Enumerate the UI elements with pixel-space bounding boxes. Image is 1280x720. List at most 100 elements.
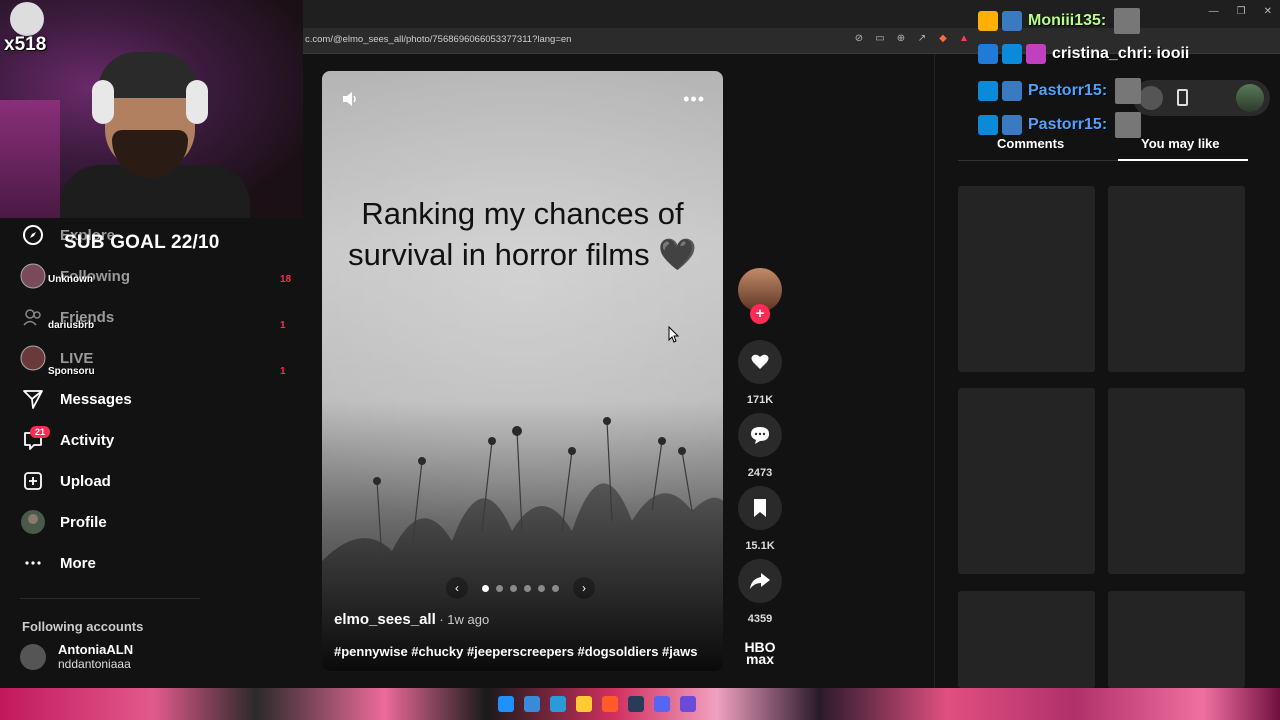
sub-badge-icon bbox=[1002, 115, 1022, 135]
avatar bbox=[20, 643, 46, 670]
overlay-count: 18 bbox=[280, 274, 292, 285]
send-icon bbox=[20, 386, 46, 412]
chat-emote bbox=[1115, 78, 1142, 104]
carousel-dot[interactable] bbox=[496, 584, 503, 592]
comment-button[interactable]: 2473 bbox=[738, 413, 782, 479]
sub-badge-icon bbox=[1002, 81, 1022, 101]
gg-badge-icon bbox=[978, 81, 998, 101]
overlay-name: Sponsoru bbox=[48, 366, 95, 377]
share-icon[interactable]: ↗ bbox=[916, 33, 928, 45]
taskbar-app-icon[interactable] bbox=[550, 696, 566, 712]
active-tab-indicator bbox=[1118, 159, 1248, 161]
sidebar-item-label: Upload bbox=[60, 472, 111, 490]
comment-icon bbox=[751, 427, 769, 444]
activity-badge: 21 bbox=[30, 426, 51, 438]
close-icon[interactable]: ✕ bbox=[1264, 6, 1272, 17]
sidebar-item-upload[interactable]: Upload bbox=[20, 468, 111, 494]
taskbar bbox=[0, 688, 1280, 720]
post-image-caption: Ranking my chances of survival in horror… bbox=[348, 196, 697, 272]
mouse-cursor-icon bbox=[668, 325, 680, 347]
volume-icon[interactable] bbox=[340, 89, 360, 114]
post-hashtags[interactable]: #pennywise #chucky #jeeperscreepers #dog… bbox=[334, 644, 697, 659]
sidebar-item-more[interactable]: More bbox=[20, 550, 96, 576]
save-button[interactable]: 15.1K bbox=[738, 486, 782, 552]
rewards-icon[interactable]: ▲ bbox=[958, 33, 970, 45]
brave-shield-icon[interactable]: ◆ bbox=[937, 33, 949, 45]
share-arrow-icon bbox=[750, 573, 770, 589]
carousel-prev-button[interactable]: ‹ bbox=[446, 577, 468, 599]
chat-emote bbox=[1114, 8, 1141, 34]
hbo-max-logo[interactable]: HBO max bbox=[740, 640, 780, 666]
tab-you-may-like[interactable]: You may like bbox=[1141, 136, 1220, 151]
sidebar-item-label: Messages bbox=[60, 390, 132, 408]
address-bar-icons: ⊘ ▭ ⊕ ↗ ◆ ▲ bbox=[853, 33, 970, 45]
folder-icon[interactable] bbox=[576, 696, 592, 712]
overlay-name: dariusbrb bbox=[48, 320, 95, 331]
carousel-dot[interactable] bbox=[552, 584, 559, 592]
carousel-dots bbox=[476, 584, 565, 592]
post-more-icon[interactable]: ••• bbox=[683, 89, 705, 110]
following-account-item[interactable]: AntoniaALN nddantoniaaa bbox=[20, 642, 133, 671]
url-text[interactable]: c.com/@elmo_sees_all/photo/7568696066053… bbox=[305, 34, 571, 45]
plus-square-icon bbox=[20, 468, 46, 494]
restore-icon[interactable]: ❐ bbox=[1237, 6, 1246, 17]
discord-icon[interactable] bbox=[654, 696, 670, 712]
recommended-tile[interactable] bbox=[1108, 186, 1245, 372]
chat-username: Pastorr15: bbox=[1028, 82, 1108, 99]
sidebar-item-label: LIVE bbox=[60, 349, 94, 367]
brave-icon[interactable] bbox=[602, 696, 618, 712]
chat-message: Pastorr15: bbox=[978, 112, 1142, 138]
sidebar-item-profile[interactable]: Profile bbox=[20, 509, 107, 535]
sidebar-item-label: Activity bbox=[60, 431, 115, 449]
window-controls: — ❐ ✕ bbox=[1209, 6, 1272, 17]
zoom-icon[interactable]: ⊕ bbox=[895, 33, 907, 45]
carousel-dot[interactable] bbox=[510, 584, 517, 592]
follow-button[interactable]: + bbox=[750, 304, 770, 324]
share-button[interactable]: 4359 bbox=[738, 559, 782, 625]
following-accounts-title: Following accounts bbox=[22, 619, 144, 634]
screen: — ❐ ✕ c.com/@elmo_sees_all/photo/7568696… bbox=[0, 0, 1280, 720]
recommended-tile[interactable] bbox=[958, 186, 1095, 372]
post-author[interactable]: elmo_sees_all · 1w ago bbox=[334, 611, 489, 628]
profile-avatar bbox=[20, 509, 46, 535]
taskbar-app-icon[interactable] bbox=[680, 696, 696, 712]
carousel-dot[interactable] bbox=[482, 584, 489, 592]
sidebar-item-label: Profile bbox=[60, 513, 107, 531]
sidebar-item-label: More bbox=[60, 554, 96, 572]
carousel-next-button[interactable]: › bbox=[573, 577, 595, 599]
toggle-option-icon[interactable] bbox=[1139, 86, 1163, 110]
gg-badge-icon bbox=[978, 115, 998, 135]
user-avatar[interactable] bbox=[1236, 84, 1264, 112]
windows-start-icon[interactable] bbox=[498, 696, 514, 712]
chat-username: Pastorr15: bbox=[1028, 116, 1108, 133]
recommended-tile[interactable] bbox=[958, 591, 1095, 688]
photo-post[interactable]: ••• Ranking my chances of survival in ho… bbox=[322, 71, 723, 671]
recommended-tile[interactable] bbox=[958, 388, 1095, 574]
hammer-badge-icon bbox=[978, 44, 998, 64]
screen-icon[interactable]: ▭ bbox=[874, 33, 886, 45]
carousel-dot[interactable] bbox=[538, 584, 545, 592]
sidebar: Explore SUB GOAL 22/10 Following Unknown… bbox=[0, 218, 303, 688]
overlay-count: 1 bbox=[280, 366, 286, 377]
bookmark-icon bbox=[754, 499, 766, 517]
view-toggle[interactable] bbox=[1133, 80, 1270, 116]
steam-icon[interactable] bbox=[628, 696, 644, 712]
mobile-icon[interactable] bbox=[1177, 89, 1188, 106]
chat-text: iooii bbox=[1156, 45, 1190, 62]
more-dots-icon bbox=[20, 550, 46, 576]
chat-message: Moniii135: bbox=[978, 8, 1141, 34]
sidebar-item-messages[interactable]: Messages bbox=[20, 386, 132, 412]
overlay-name: Unknown bbox=[48, 274, 93, 285]
taskbar-app-icon[interactable] bbox=[524, 696, 540, 712]
carousel-dot[interactable] bbox=[524, 584, 531, 592]
chat-username: cristina_chri: bbox=[1052, 45, 1153, 62]
tab-comments[interactable]: Comments bbox=[997, 136, 1064, 151]
like-count: 171K bbox=[746, 394, 774, 406]
sub-badge-icon bbox=[1026, 44, 1046, 64]
recommended-tile[interactable] bbox=[1108, 388, 1245, 574]
minimize-icon[interactable]: — bbox=[1209, 6, 1219, 17]
like-button[interactable]: 171K bbox=[738, 340, 782, 406]
recommended-tile[interactable] bbox=[1108, 591, 1245, 688]
crown-badge-icon bbox=[978, 11, 998, 31]
mute-tab-icon[interactable]: ⊘ bbox=[853, 33, 865, 45]
